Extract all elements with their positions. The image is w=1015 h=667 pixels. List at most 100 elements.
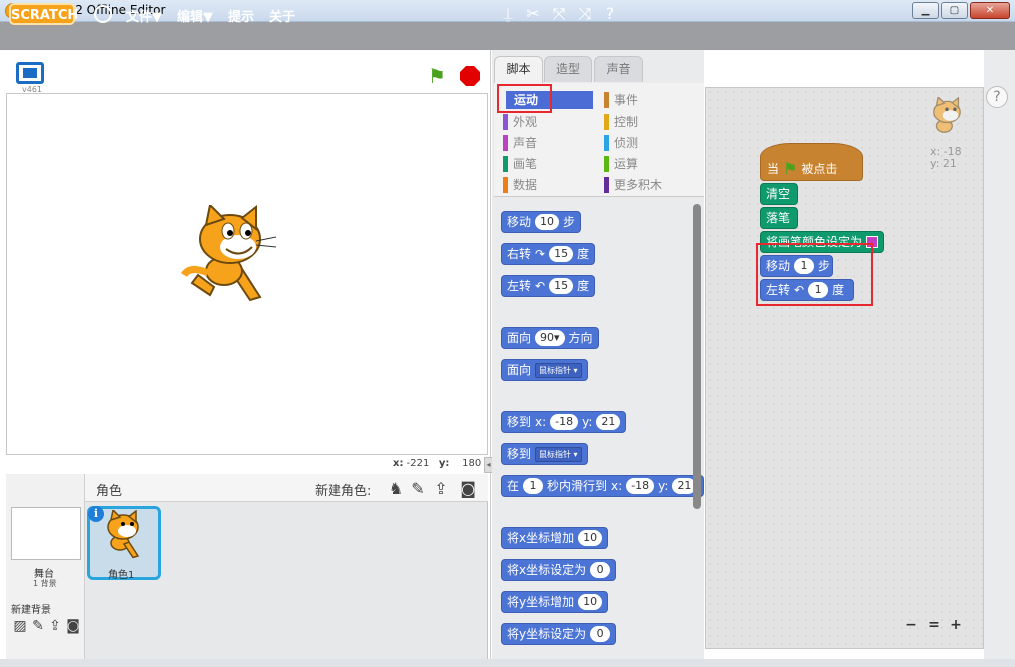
camera-icon[interactable]: ◙ [458,479,478,499]
block-input[interactable]: 90▾ [535,330,565,346]
block-mid: 秒内滑行到 [547,479,608,493]
tab-sounds[interactable]: 声音 [594,56,643,82]
help-icon[interactable]: ? [986,86,1008,108]
mouse-x-value: -221 [406,458,430,469]
green-flag-icon: ⚑ [783,158,798,178]
category-events[interactable]: 事件 [604,91,694,109]
block-input[interactable]: 10 [578,594,603,610]
mouse-coordinates: x: -221 y: 180 [393,458,481,469]
block-input-x[interactable]: -18 [626,478,655,494]
block-input[interactable]: 10 [535,214,560,230]
palette-set-y-block[interactable]: 将y坐标设定为 0 [501,623,617,645]
palette-change-x-block[interactable]: 将x坐标增加 10 [501,527,609,549]
stage-cat-sprite[interactable] [180,205,280,305]
turn-left-icon: ↶ [535,279,546,293]
scratch-logo[interactable]: SCRATCH [9,3,78,25]
block-help-icon[interactable]: ? [600,4,620,24]
block-input-x[interactable]: -18 [550,414,579,430]
category-looks[interactable]: 外观 [503,113,593,131]
mouse-y-value: 180 [462,458,482,469]
green-flag-icon[interactable]: ⚑ [428,64,446,88]
block-label: 左转 [507,279,532,293]
palette-goto-block[interactable]: 移到 鼠标指针 ▾ [501,443,588,465]
zoom-out-icon[interactable]: − [903,617,919,633]
backdrop-paint-icon[interactable]: ✎ [29,618,47,636]
menu-edit[interactable]: 编辑▼ [177,6,213,25]
block-suffix: 度 [577,279,590,293]
block-label: 移到 [507,447,532,461]
palette-move-block[interactable]: 移动 10 步 [501,211,582,233]
delete-scissors-icon[interactable]: ✂ [523,4,543,24]
script-clear-block[interactable]: 清空 [760,183,798,205]
category-data[interactable]: 数据 [503,176,593,194]
category-operators[interactable]: 运算 [604,155,694,173]
menu-file[interactable]: 文件▼ [126,6,162,25]
grow-icon[interactable]: ⤧ [549,4,569,24]
fullscreen-icon[interactable] [16,62,44,84]
palette-point-direction-block[interactable]: 面向 90▾ 方向 [501,327,599,349]
close-button[interactable]: ✕ [970,2,1010,19]
backdrop-camera-icon[interactable]: ◙ [64,618,82,636]
palette-goto-xy-block[interactable]: 移到 x: -18 y: 21 [501,411,627,433]
block-suffix: 方向 [568,331,593,345]
menubar [0,22,1015,50]
category-control[interactable]: 控制 [604,113,694,131]
zoom-reset-icon[interactable]: = [926,617,942,633]
block-input[interactable]: 15 [549,246,574,262]
palette-glide-block[interactable]: 在 1 秒内滑行到 x: -18 y: 21 [501,475,704,497]
minimize-button[interactable]: ▁ [912,2,939,19]
mouse-x-label: x: [393,458,404,469]
maximize-button[interactable]: ▢ [941,2,968,19]
backdrop-upload-icon[interactable]: ⇪ [46,618,64,636]
script-pen-down-block[interactable]: 落笔 [760,207,798,229]
sprite-y-readout: y: 21 [930,157,957,170]
palette-change-y-block[interactable]: 将y坐标增加 10 [501,591,609,613]
sprite-thumbnail-cat [107,510,140,559]
category-more-blocks[interactable]: 更多积木 [604,176,694,194]
block-input-y[interactable]: 21 [596,414,621,430]
palette-scrollbar[interactable] [693,204,701,509]
block-label: 将y坐标增加 [507,595,575,609]
block-input[interactable]: 0 [590,562,611,578]
block-label: 面向 [507,363,532,377]
block-input-secs[interactable]: 1 [523,478,544,494]
block-dropdown[interactable]: 鼠标指针 ▾ [535,362,582,378]
script-when-flag-clicked-block[interactable]: 当 ⚑ 被点击 [760,143,863,181]
y-label: y: [582,415,593,429]
language-globe-icon[interactable] [94,5,112,23]
category-sound[interactable]: 声音 [503,134,593,152]
block-dropdown[interactable]: 鼠标指针 ▾ [535,446,582,462]
current-sprite-cat-icon [933,97,961,133]
duplicate-stamp-icon[interactable]: ⍊ [498,4,518,24]
x-label: x: [535,415,547,429]
upload-icon[interactable]: ⇪ [431,479,451,499]
palette-turn-left-block[interactable]: 左转 ↶ 15 度 [501,275,596,297]
block-suffix: 度 [577,247,590,261]
block-input[interactable]: 0 [590,626,611,642]
block-label: 将x坐标增加 [507,531,575,545]
stage-thumbnail[interactable] [11,507,81,560]
block-input[interactable]: 15 [549,278,574,294]
tab-scripts[interactable]: 脚本 [494,56,543,83]
shrink-icon[interactable]: ⤨ [575,4,595,24]
zoom-in-icon[interactable]: + [948,617,964,633]
paint-brush-icon[interactable]: ✎ [408,479,428,499]
palette-turn-right-block[interactable]: 右转 ↷ 15 度 [501,243,596,265]
sprite-library-icon[interactable]: ♞ [386,479,406,499]
new-backdrop-label: 新建背景 [11,605,51,616]
hat-suffix: 被点击 [801,161,838,176]
backdrop-library-icon[interactable]: ▨ [11,618,29,636]
menu-tips[interactable]: 提示 [228,6,254,25]
menu-about[interactable]: 关于 [269,6,295,25]
category-pen[interactable]: 画笔 [503,155,593,173]
tab-costumes[interactable]: 造型 [544,56,592,82]
palette-point-towards-block[interactable]: 面向 鼠标指针 ▾ [501,359,588,381]
palette-set-x-block[interactable]: 将x坐标设定为 0 [501,559,617,581]
block-input[interactable]: 10 [578,530,603,546]
hat-prefix: 当 [767,161,780,176]
stop-sign-icon[interactable] [460,66,480,86]
window-bottom-border [0,659,1015,667]
block-label: 清空 [766,187,791,201]
block-label: 在 [507,479,520,493]
category-sensing[interactable]: 侦测 [604,134,694,152]
